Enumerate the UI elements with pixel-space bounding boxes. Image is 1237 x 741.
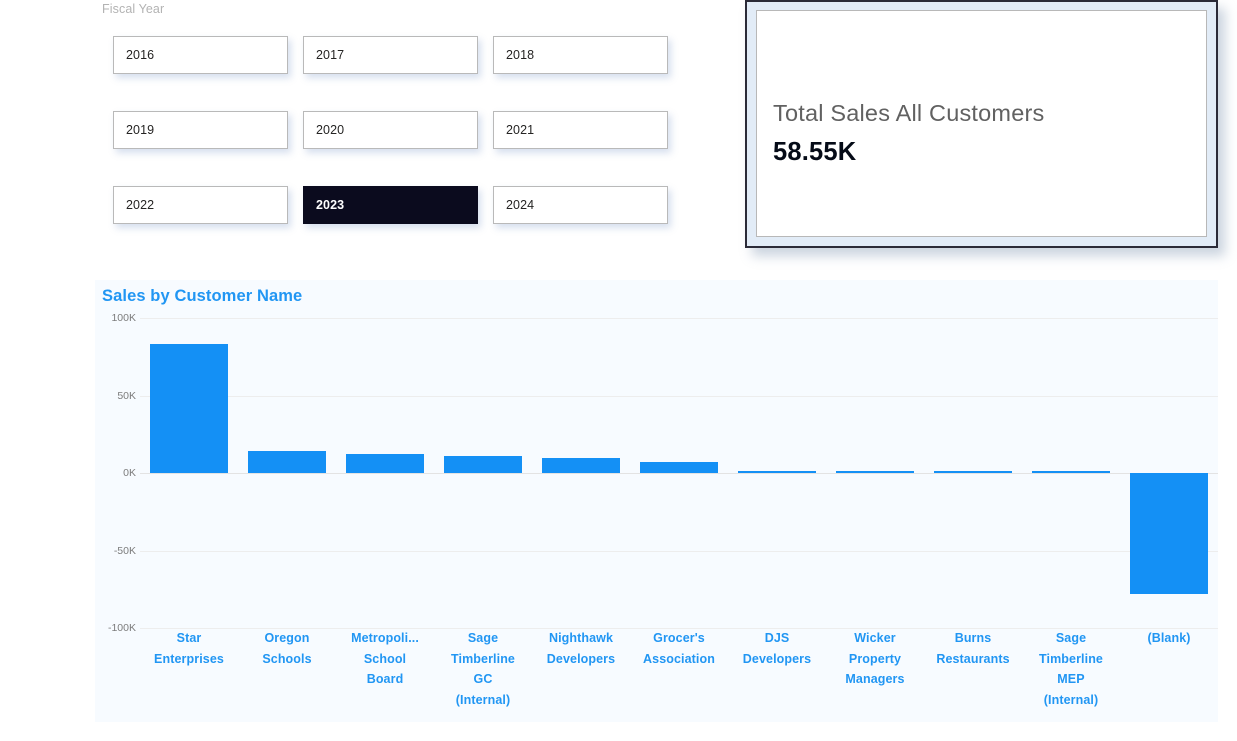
bar[interactable] — [149, 343, 229, 473]
bar[interactable] — [1129, 473, 1209, 594]
slicer-option-2019[interactable]: 2019 — [113, 111, 288, 149]
x-category-label-line: (Blank) — [1147, 631, 1191, 645]
bar-slot — [1022, 318, 1120, 628]
x-category-label[interactable]: Metropoli... School Board — [336, 628, 434, 690]
x-category-label-line: DJS — [764, 631, 790, 645]
slicer-option-2017[interactable]: 2017 — [303, 36, 478, 74]
bar[interactable] — [443, 455, 523, 473]
bar[interactable] — [1031, 471, 1111, 474]
x-category-label-line: School — [363, 651, 407, 666]
slicer-option-label: 2018 — [506, 48, 535, 62]
bar[interactable] — [737, 470, 817, 473]
x-category-label[interactable]: Grocer's Association — [630, 628, 728, 669]
bar-slot — [728, 318, 826, 628]
x-axis-category-labels: Star Enterprises Oregon Schools Metropoli...… — [140, 628, 1218, 722]
total-sales-card[interactable]: Total Sales All Customers 58.55K — [745, 0, 1218, 248]
x-category-label-line: Star — [176, 631, 202, 645]
x-category-label-line: (Internal) — [1043, 692, 1099, 707]
x-category-label-line: Board — [366, 672, 404, 686]
slicer-option-label: 2024 — [506, 198, 535, 212]
bar[interactable] — [835, 470, 915, 473]
y-tick-label: -100K — [107, 622, 136, 634]
y-tick-label: 100K — [111, 312, 136, 324]
x-category-label-line: GC — [473, 672, 493, 686]
slicer-option-2016[interactable]: 2016 — [113, 36, 288, 74]
y-tick-label: 0K — [123, 467, 136, 479]
slicer-option-2020[interactable]: 2020 — [303, 111, 478, 149]
slicer-option-label: 2023 — [316, 198, 345, 212]
slicer-option-2018[interactable]: 2018 — [493, 36, 668, 74]
x-category-label[interactable]: DJS Developers — [728, 628, 826, 669]
slicer-option-2022[interactable]: 2022 — [113, 186, 288, 224]
x-category-label[interactable]: Sage Timberline GC (Internal) — [434, 628, 532, 710]
bar-slot — [826, 318, 924, 628]
x-category-label-line: MEP — [1057, 672, 1085, 686]
x-category-label[interactable]: Oregon Schools — [238, 628, 336, 669]
sales-by-customer-chart[interactable]: Sales by Customer Name 100K 50K 0K -50K -100… — [95, 280, 1218, 722]
x-category-label-line: Sage — [1055, 631, 1087, 645]
y-tick-label: -50K — [113, 544, 136, 557]
x-category-label-line: Burns — [954, 631, 992, 645]
slicer-option-grid: 2016 2017 2018 2019 2020 2021 2022 2023 2024 — [113, 36, 671, 224]
bar-slot — [532, 318, 630, 628]
total-sales-value: 58.55K — [773, 138, 857, 166]
slicer-option-label: 2019 — [126, 123, 155, 137]
total-sales-card-inner: Total Sales All Customers 58.55K — [756, 10, 1207, 237]
slicer-option-2023[interactable]: 2023 — [303, 186, 478, 224]
x-category-label-line: Nighthawk — [548, 631, 614, 645]
y-tick-label: 50K — [117, 389, 136, 402]
x-category-label[interactable]: Star Enterprises — [140, 628, 238, 669]
chart-plot-area: 100K 50K 0K -50K -100K — [95, 312, 1218, 634]
x-category-label-line: Wicker — [854, 631, 896, 645]
x-category-label-line: Managers — [845, 672, 905, 686]
bar[interactable] — [639, 462, 719, 473]
x-category-label[interactable]: Sage Timberline MEP (Internal) — [1022, 628, 1120, 710]
x-category-label-line: Enterprises — [154, 651, 224, 666]
x-category-label-line: Restaurants — [936, 651, 1010, 666]
x-category-label[interactable]: Nighthawk Developers — [532, 628, 630, 669]
total-sales-label: Total Sales All Customers — [773, 100, 1045, 126]
bar-slot — [140, 318, 238, 628]
slicer-option-label: 2017 — [316, 48, 345, 62]
x-category-label[interactable]: (Blank) — [1120, 628, 1218, 649]
x-category-label-line: Property — [848, 651, 902, 666]
x-category-label[interactable]: Wicker Property Managers — [826, 628, 924, 690]
slicer-option-2024[interactable]: 2024 — [493, 186, 668, 224]
slicer-option-label: 2021 — [506, 123, 535, 137]
bar-slot — [434, 318, 532, 628]
x-category-label-line: Timberline — [1039, 651, 1103, 666]
y-axis: 100K 50K 0K -50K -100K — [95, 312, 140, 634]
x-category-label-line: Grocer's — [653, 631, 705, 645]
x-category-label-line: Schools — [262, 651, 312, 666]
slicer-option-label: 2022 — [126, 198, 155, 212]
bar[interactable] — [933, 471, 1013, 474]
bars-layer — [140, 318, 1218, 628]
bar-slot — [924, 318, 1022, 628]
bar[interactable] — [247, 451, 327, 473]
x-category-label-line: Timberline — [451, 651, 515, 666]
x-category-label-line: Metropoli... — [351, 631, 419, 645]
bar-slot — [1120, 318, 1218, 628]
slicer-option-label: 2016 — [126, 48, 155, 62]
slicer-option-2021[interactable]: 2021 — [493, 111, 668, 149]
slicer-title: Fiscal Year — [102, 2, 165, 16]
bar[interactable] — [541, 457, 621, 473]
x-category-label-line: Association — [643, 651, 715, 666]
x-category-label-line: Oregon — [264, 631, 310, 645]
chart-title: Sales by Customer Name — [102, 287, 303, 305]
x-category-label-line: Developers — [546, 651, 616, 666]
bar-slot — [238, 318, 336, 628]
bar[interactable] — [345, 454, 425, 473]
bar-slot — [336, 318, 434, 628]
fiscal-year-slicer: Fiscal Year 2016 2017 2018 2019 2020 2021 2022… — [95, 0, 690, 258]
bar-slot — [630, 318, 728, 628]
x-category-label-line: Sage — [467, 631, 499, 645]
x-category-label[interactable]: Burns Restaurants — [924, 628, 1022, 669]
slicer-option-label: 2020 — [316, 123, 345, 137]
x-category-label-line: (Internal) — [455, 692, 511, 707]
x-category-label-line: Developers — [742, 651, 812, 666]
